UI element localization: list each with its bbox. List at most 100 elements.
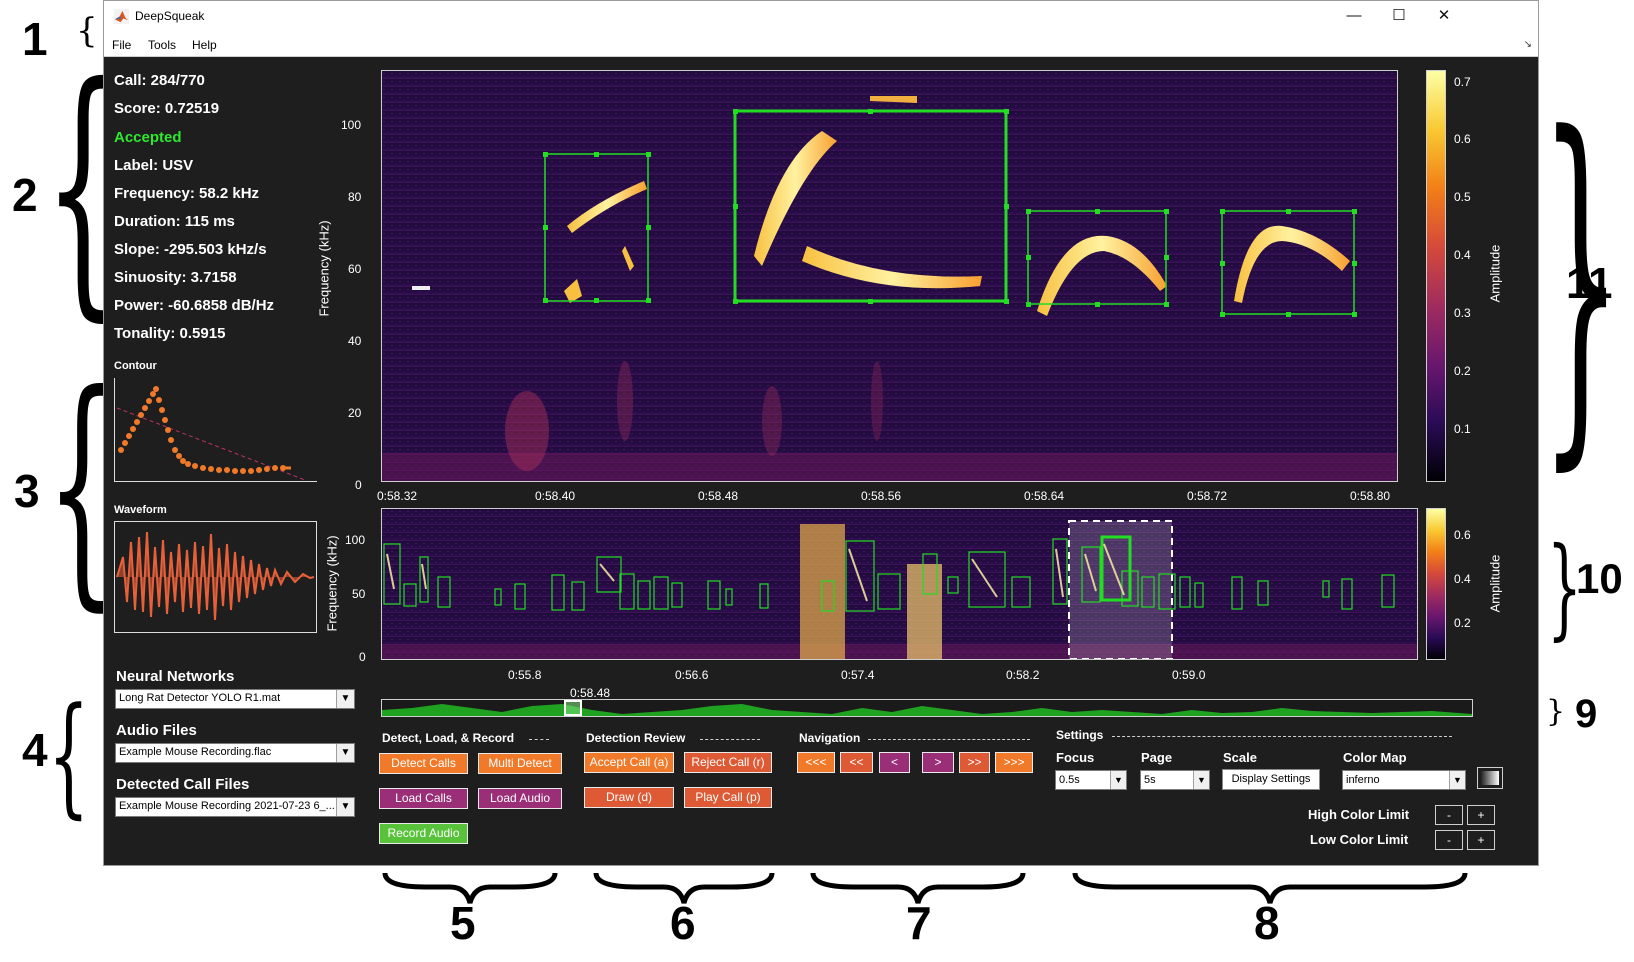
accept-status: Accepted [114, 129, 182, 146]
overview-xtick: 0:55.8 [508, 668, 542, 682]
high-color-limit-label: High Color Limit [1308, 807, 1410, 822]
main-ytick: 0 [355, 478, 362, 492]
nav-prev-page-button[interactable]: << [840, 752, 873, 773]
nav-first-button[interactable]: <<< [797, 752, 835, 773]
annotation-3: 3 [14, 465, 40, 517]
low-color-minus-button[interactable]: - [1435, 830, 1463, 850]
brace-4: { [48, 679, 90, 831]
maximize-button[interactable]: ☐ [1379, 5, 1419, 27]
annotation-8: 8 [1254, 897, 1280, 949]
overview-xtick: 0:58.2 [1006, 668, 1040, 682]
brace-9: } [1546, 694, 1566, 729]
main-colorbar [1426, 70, 1446, 482]
focus-select[interactable]: 0.5s ▼ [1055, 770, 1127, 790]
nav-next-call-button[interactable]: > [922, 752, 954, 773]
main-xtick: 0:58.64 [1024, 489, 1065, 503]
main-colorbar-tick: 0.1 [1454, 422, 1471, 436]
chevron-down-icon: ▼ [336, 798, 354, 816]
color-map-select[interactable]: inferno ▼ [1342, 770, 1466, 790]
main-xtick: 0:58.40 [535, 489, 576, 503]
main-colorbar-tick: 0.5 [1454, 190, 1471, 204]
detected-call-file-value: Example Mouse Recording 2021-07-23 6_... [119, 800, 335, 812]
label-value: Label: USV [114, 157, 194, 174]
low-color-plus-button[interactable]: + [1467, 830, 1495, 850]
timeline-scrubber[interactable] [381, 699, 1473, 717]
main-colorbar-tick: 0.2 [1454, 364, 1471, 378]
timeline-position-label: 0:58.48 [570, 686, 611, 700]
focus-window [1068, 520, 1173, 660]
annotation-4: 4 [22, 724, 48, 776]
chevron-down-icon: ▼ [1449, 771, 1465, 789]
detect-group-title: Detect, Load, & Record [382, 731, 515, 745]
nav-last-button[interactable]: >>> [995, 752, 1033, 773]
gradient-icon [1481, 771, 1499, 785]
overview-ytick: 100 [345, 533, 366, 547]
resize-corner-icon: ↘ [1523, 39, 1532, 50]
waveform-label: Waveform [114, 504, 167, 516]
overview-spectrogram[interactable] [381, 508, 1418, 660]
contour-points [118, 386, 286, 474]
chevron-down-icon: ▼ [1193, 771, 1209, 789]
menu-file[interactable]: File [112, 38, 131, 52]
focus-label: Focus [1056, 750, 1095, 765]
settings-group-title: Settings [1056, 728, 1104, 742]
neural-network-select[interactable]: Long Rat Detector YOLO R1.mat ▼ [115, 689, 355, 709]
main-ytick: 40 [348, 334, 362, 348]
record-audio-button[interactable]: Record Audio [379, 823, 468, 844]
chevron-down-icon: ▼ [336, 744, 354, 762]
multi-detect-button[interactable]: Multi Detect [478, 753, 562, 774]
detected-call-file-select[interactable]: Example Mouse Recording 2021-07-23 6_...… [115, 797, 355, 817]
reject-call-button[interactable]: Reject Call (r) [684, 752, 772, 773]
high-color-plus-button[interactable]: + [1467, 805, 1495, 825]
main-xtick: 0:58.80 [1350, 489, 1391, 503]
overview-colorbar-tick: 0.6 [1454, 528, 1471, 542]
duration-value: Duration: 115 ms [114, 213, 235, 230]
chevron-down-icon: ▼ [1110, 771, 1126, 789]
contour-label: Contour [114, 360, 157, 372]
color-map-label: Color Map [1343, 750, 1407, 765]
nav-next-page-button[interactable]: >> [959, 752, 990, 773]
page-select[interactable]: 5s ▼ [1140, 770, 1210, 790]
timeline-cursor[interactable] [564, 700, 582, 716]
play-call-button[interactable]: Play Call (p) [684, 787, 772, 808]
close-button[interactable]: ✕ [1424, 5, 1464, 27]
audio-files-label: Audio Files [116, 722, 197, 739]
overview-colorbar [1426, 508, 1446, 660]
high-color-minus-button[interactable]: - [1435, 805, 1463, 825]
main-spectrogram[interactable] [381, 70, 1398, 482]
brace-10: } [1547, 523, 1582, 651]
overview-ytick: 50 [352, 587, 366, 601]
overview-xtick: 0:59.0 [1172, 668, 1206, 682]
nav-prev-call-button[interactable]: < [879, 752, 910, 773]
annotation-7: 7 [906, 897, 932, 949]
audio-file-select[interactable]: Example Mouse Recording.flac ▼ [115, 743, 355, 763]
main-ytick: 60 [348, 262, 362, 276]
overview-colorbar-tick: 0.2 [1454, 616, 1471, 630]
main-xtick: 0:58.32 [377, 489, 418, 503]
detect-calls-button[interactable]: Detect Calls [379, 753, 468, 774]
audio-file-value: Example Mouse Recording.flac [119, 746, 272, 758]
main-ytick: 100 [341, 118, 362, 132]
main-xtick: 0:58.48 [698, 489, 739, 503]
accept-call-button[interactable]: Accept Call (a) [584, 752, 674, 773]
overview-ylabel: Frequency (kHz) [324, 535, 340, 632]
title-bar: DeepSqueak — ☐ ✕ [104, 1, 1538, 33]
sinuosity-value: Sinuosity: 3.7158 [114, 269, 237, 286]
display-settings-button[interactable]: Display Settings [1222, 769, 1320, 790]
invert-colormap-button[interactable] [1477, 767, 1503, 789]
menu-help[interactable]: Help [192, 38, 217, 52]
minimize-button[interactable]: — [1334, 5, 1374, 27]
main-colorbar-tick: 0.7 [1454, 75, 1471, 89]
main-spectrogram-ylabel: Frequency (kHz) [316, 220, 332, 317]
main-colorbar-tick: 0.3 [1454, 306, 1471, 320]
chevron-down-icon: ▼ [336, 690, 354, 708]
menu-tools[interactable]: Tools [148, 38, 176, 52]
main-colorbar-tick: 0.4 [1454, 248, 1471, 262]
overview-colorbar-tick: 0.4 [1454, 572, 1471, 586]
load-audio-button[interactable]: Load Audio [478, 788, 562, 809]
main-colorbar-tick: 0.6 [1454, 132, 1471, 146]
draw-button[interactable]: Draw (d) [584, 787, 674, 808]
load-calls-button[interactable]: Load Calls [379, 788, 468, 809]
main-ytick: 80 [348, 190, 362, 204]
frequency-value: Frequency: 58.2 kHz [114, 185, 260, 202]
